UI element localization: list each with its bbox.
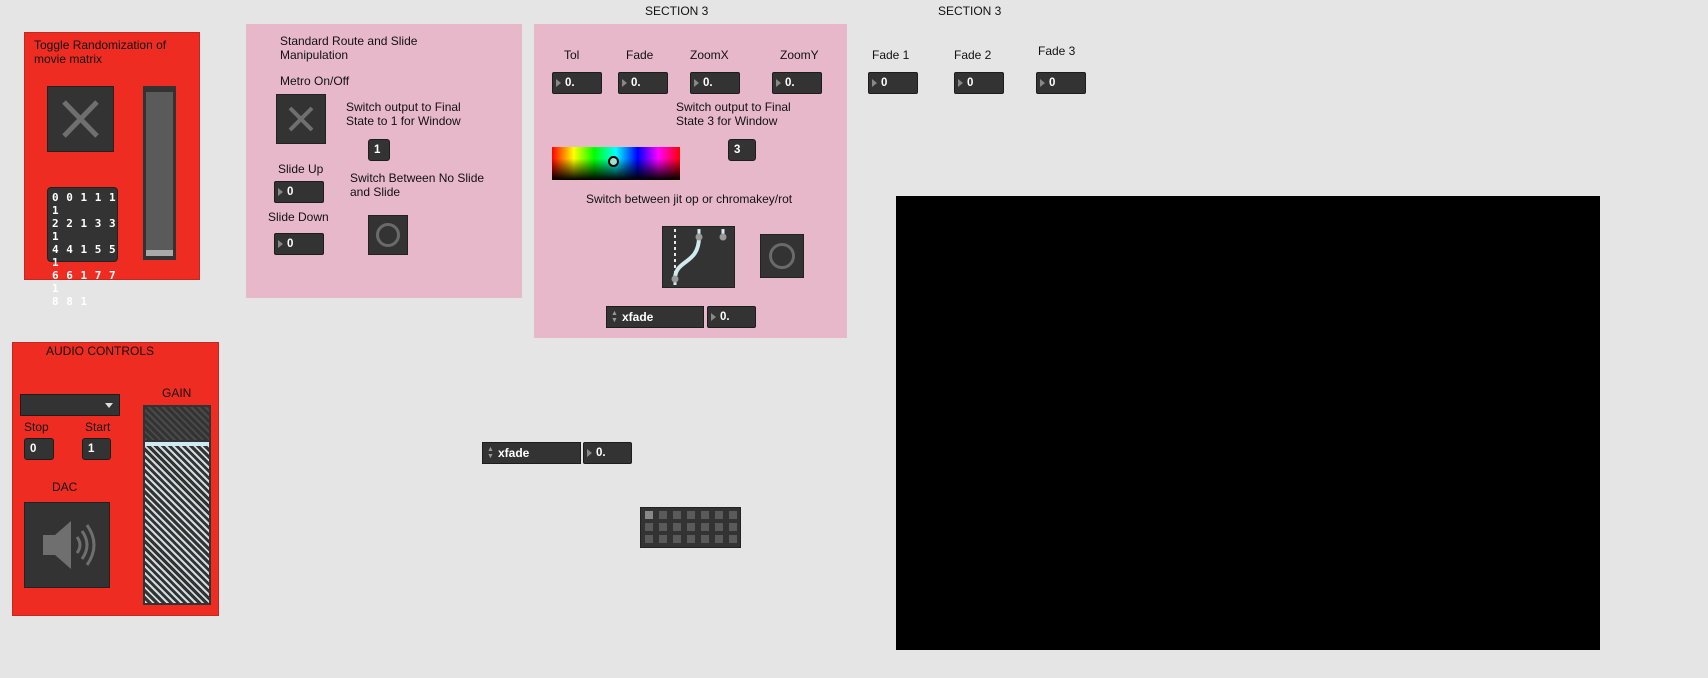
start-label: Start (85, 420, 111, 434)
dropdown-arrow-icon (105, 403, 113, 408)
matrix-cells (645, 511, 737, 543)
fade-number[interactable]: 0. (618, 72, 668, 94)
section-3-heading-a: SECTION 3 (645, 4, 709, 18)
random-slider-knob[interactable] (146, 250, 173, 256)
matrix-row: 0 0 1 1 1 1 (52, 191, 117, 217)
gain-slider-fill (145, 446, 209, 603)
movie-matrix-display[interactable]: 0 0 1 1 1 1 2 2 1 3 3 1 4 4 1 5 5 1 6 6 … (47, 187, 118, 308)
chroma-xfade-menu[interactable]: ▲ ▼ xfade (606, 306, 704, 328)
slide-down-number[interactable]: 0 (274, 233, 324, 255)
random-slider-track (146, 92, 173, 250)
metro-label: Metro On/Off (280, 74, 350, 88)
matrix-row: 4 4 1 5 5 1 (52, 243, 117, 269)
fade-1-number[interactable]: 0 (868, 72, 918, 94)
section-3-heading-b: SECTION 3 (938, 4, 1002, 18)
slide-up-label: Slide Up (278, 162, 324, 176)
circle-icon (769, 243, 795, 269)
gswitch-icon[interactable] (662, 226, 735, 288)
fade-3-label: Fade 3 (1038, 44, 1076, 58)
zoomy-number[interactable]: 0. (772, 72, 822, 94)
color-picker-handle[interactable] (608, 156, 619, 167)
updown-arrows-icon: ▲ ▼ (611, 310, 618, 324)
matrix-row: 8 8 1 (52, 295, 88, 308)
zoomx-number[interactable]: 0. (690, 72, 740, 94)
tol-label: Tol (564, 48, 580, 62)
chroma-bang-button[interactable] (760, 234, 804, 278)
switch-slide-label: Switch Between No Slide and Slide (350, 171, 485, 199)
fade-2-number[interactable]: 0 (954, 72, 1004, 94)
dac-label: DAC (52, 480, 78, 494)
x-icon (288, 106, 314, 132)
fade-1-label: Fade 1 (872, 48, 910, 62)
stop-label: Stop (24, 420, 49, 434)
start-message[interactable]: 1 (82, 438, 111, 460)
updown-arrows-icon: ▲ ▼ (487, 446, 494, 460)
switch-output-label: Switch output to Final State to 1 for Wi… (346, 100, 461, 128)
matrix-control-grid[interactable] (640, 507, 741, 548)
switch-output-label-3: Switch output to Final State 3 for Windo… (676, 100, 791, 128)
switch-jit-label: Switch between jit op or chromakey/rot (586, 192, 793, 206)
gain-label: GAIN (162, 386, 192, 400)
gain-slider-top (145, 407, 209, 440)
switch-slide-button[interactable] (368, 215, 408, 255)
fade-label: Fade (626, 48, 654, 62)
dac-button[interactable] (24, 502, 110, 588)
fade-3-number[interactable]: 0 (1036, 72, 1086, 94)
switch-output-number-3[interactable]: 3 (728, 139, 756, 161)
tol-number[interactable]: 0. (552, 72, 602, 94)
bottom-xfade-number[interactable]: 0. (583, 442, 632, 464)
random-panel-title: Toggle Randomization of movie matrix (34, 38, 167, 66)
randomize-toggle[interactable] (47, 86, 114, 152)
random-slider[interactable] (143, 86, 176, 260)
bottom-xfade-menu[interactable]: ▲ ▼ xfade (482, 442, 581, 464)
metro-toggle[interactable] (276, 94, 326, 144)
circle-icon (376, 223, 400, 247)
x-icon (62, 100, 99, 138)
audio-controls-title: AUDIO CONTROLS (46, 344, 155, 358)
switch-path-icon (671, 229, 727, 285)
route-slide-panel (246, 24, 522, 298)
slide-down-label: Slide Down (268, 210, 329, 224)
zoomx-label: ZoomX (690, 48, 729, 62)
speaker-icon (43, 521, 96, 569)
audio-file-menu[interactable] (20, 394, 120, 416)
fade-2-label: Fade 2 (954, 48, 992, 62)
matrix-row: 2 2 1 3 3 1 (52, 217, 117, 243)
zoomy-label: ZoomY (780, 48, 819, 62)
stop-message[interactable]: 0 (24, 438, 54, 460)
color-swatch[interactable] (552, 147, 680, 180)
route-panel-title: Standard Route and Slide Manipulation (280, 34, 418, 62)
gain-slider[interactable] (143, 405, 211, 605)
video-output-window[interactable] (896, 196, 1600, 650)
chroma-xfade-number[interactable]: 0. (707, 306, 756, 328)
slide-up-number[interactable]: 0 (274, 181, 324, 203)
switch-output-number[interactable]: 1 (368, 139, 390, 161)
matrix-row: 6 6 1 7 7 1 (52, 269, 117, 295)
